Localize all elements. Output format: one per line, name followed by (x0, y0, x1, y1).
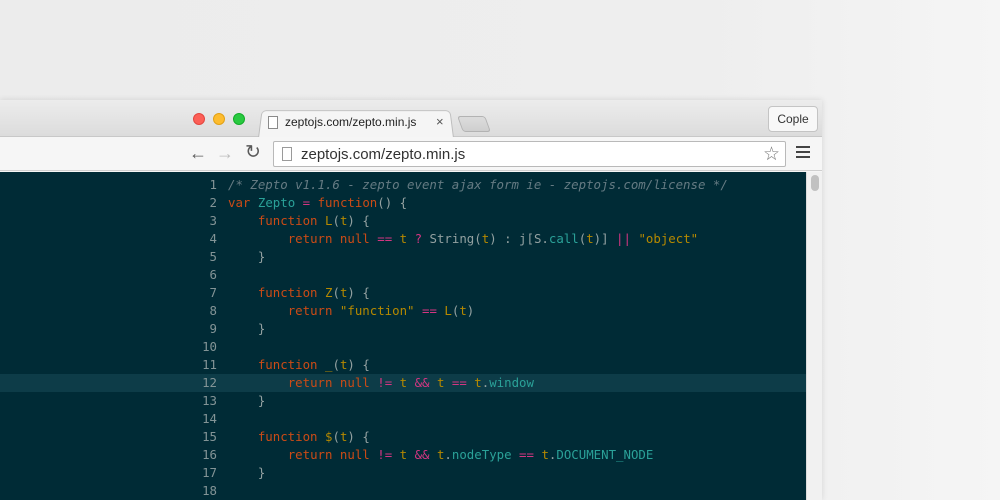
line-number: 5 (180, 248, 217, 266)
code-text: return "function" == L(t) (228, 302, 474, 320)
forward-arrow-icon[interactable]: → (216, 143, 234, 163)
code-line: 1 /* Zepto v1.1.6 - zepto event ajax form… (0, 176, 806, 194)
code-text: /* Zepto v1.1.6 - zepto event ajax form … (228, 176, 728, 194)
star-icon[interactable]: ☆ (763, 143, 780, 166)
code-line: 9 } (0, 320, 806, 338)
code-text: var Zepto = function() { (228, 194, 407, 212)
code-text: function L(t) { (228, 212, 370, 230)
line-number: 9 (180, 320, 217, 338)
new-tab-button[interactable] (457, 116, 491, 132)
code-text: } (228, 464, 265, 482)
code-line: 15 function $(t) { (0, 428, 806, 446)
line-number: 4 (180, 230, 217, 248)
tab-title: zeptojs.com/zepto.min.js (285, 115, 416, 129)
code-text: } (228, 248, 265, 266)
code-line: 8 return "function" == L(t) (0, 302, 806, 320)
code-line: 17 } (0, 464, 806, 482)
close-dot-icon[interactable] (193, 113, 205, 125)
code-text: } (228, 320, 265, 338)
code-line: 2 var Zepto = function() { (0, 194, 806, 212)
line-number: 15 (180, 428, 217, 446)
line-number: 17 (180, 464, 217, 482)
code-line: 4 return null == t ? String(t) : j[S.cal… (0, 230, 806, 248)
browser-window: zeptojs.com/zepto.min.js × Cople ← → ↻ z… (0, 100, 822, 500)
toolbar: ← → ↻ zeptojs.com/zepto.min.js ☆ (0, 137, 822, 171)
tab-content[interactable]: zeptojs.com/zepto.min.js (268, 114, 416, 134)
code-line: 7 function Z(t) { (0, 284, 806, 302)
profile-button[interactable]: Cople (768, 106, 818, 132)
code-text: function $(t) { (228, 428, 370, 446)
line-number: 7 (180, 284, 217, 302)
back-arrow-icon[interactable]: ← (189, 143, 207, 163)
code-line: 5 } (0, 248, 806, 266)
line-number: 12 (180, 374, 217, 392)
maximize-dot-icon[interactable] (233, 113, 245, 125)
code-line: 6 (0, 266, 806, 284)
line-number: 11 (180, 356, 217, 374)
vertical-scrollbar[interactable] (806, 172, 822, 500)
line-number: 13 (180, 392, 217, 410)
code-text: return null != t && t == t.window (228, 374, 534, 392)
minimize-dot-icon[interactable] (213, 113, 225, 125)
code-line: 13 } (0, 392, 806, 410)
line-number: 14 (180, 410, 217, 428)
code-line: 18 (0, 482, 806, 500)
hamburger-menu-icon[interactable] (796, 146, 810, 160)
line-number: 1 (180, 176, 217, 194)
code-line: 10 (0, 338, 806, 356)
code-text: function Z(t) { (228, 284, 370, 302)
line-number: 16 (180, 446, 217, 464)
line-number: 6 (180, 266, 217, 284)
title-bar: zeptojs.com/zepto.min.js × Cople (0, 100, 822, 137)
code-line: 3 function L(t) { (0, 212, 806, 230)
code-text: function _(t) { (228, 356, 370, 374)
line-number: 3 (180, 212, 217, 230)
line-number: 10 (180, 338, 217, 356)
line-number: 8 (180, 302, 217, 320)
reload-icon[interactable]: ↻ (245, 143, 261, 163)
code-line: 12 return null != t && t == t.window (0, 374, 806, 392)
code-line: 16 return null != t && t.nodeType == t.D… (0, 446, 806, 464)
code-text: return null == t ? String(t) : j[S.call(… (228, 230, 698, 248)
url-text[interactable]: zeptojs.com/zepto.min.js (301, 146, 465, 163)
code-line: 14 (0, 410, 806, 428)
code-text: return null != t && t.nodeType == t.DOCU… (228, 446, 653, 464)
code-viewer: 1 /* Zepto v1.1.6 - zepto event ajax form… (0, 172, 806, 500)
page-icon (268, 116, 278, 129)
line-number: 18 (180, 482, 217, 500)
scroll-thumb[interactable] (811, 175, 819, 191)
page-icon (282, 147, 292, 161)
code-line: 11 function _(t) { (0, 356, 806, 374)
address-bar[interactable]: zeptojs.com/zepto.min.js ☆ (273, 141, 786, 167)
close-icon[interactable]: × (436, 114, 444, 129)
code-text: } (228, 392, 265, 410)
line-number: 2 (180, 194, 217, 212)
